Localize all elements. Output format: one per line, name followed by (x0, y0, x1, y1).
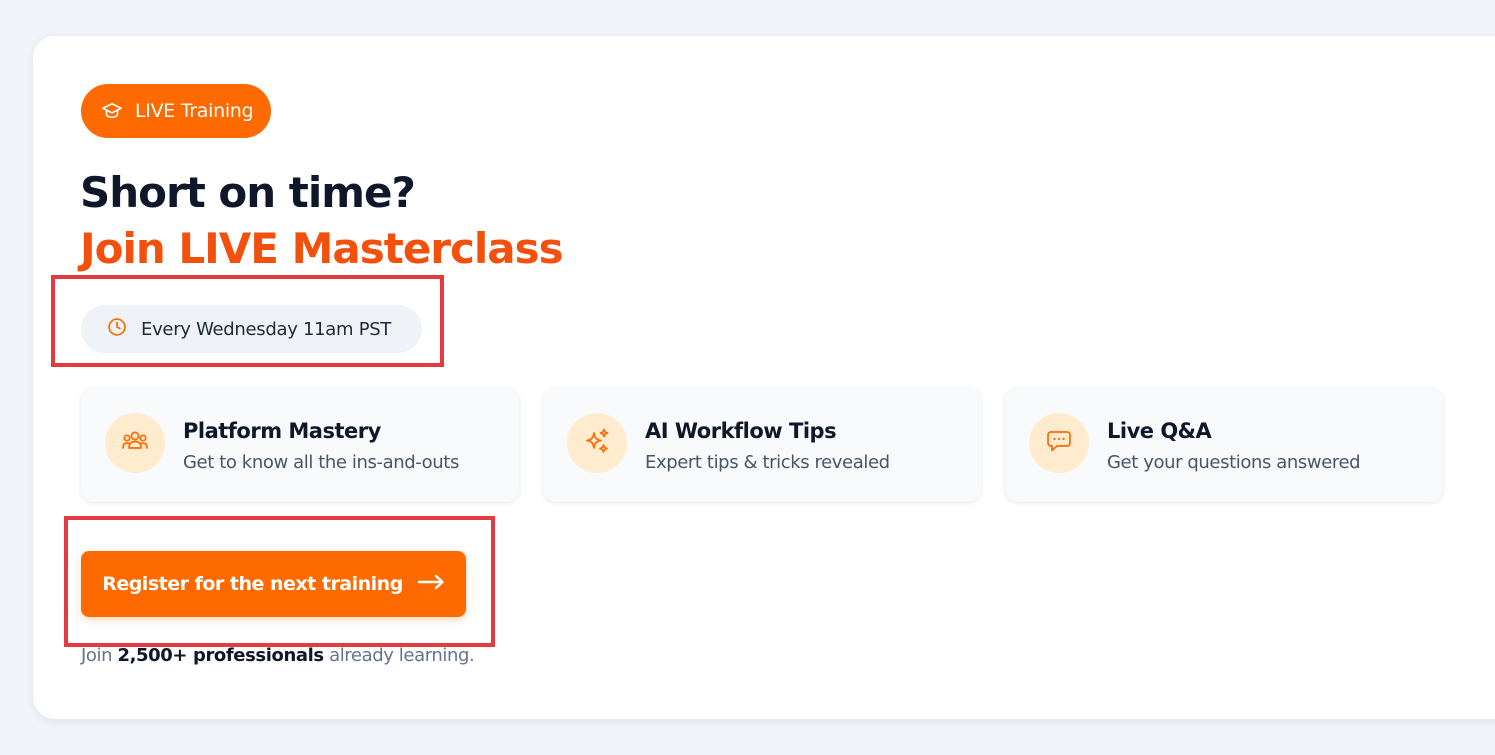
register-button-label: Register for the next training (102, 573, 403, 595)
schedule-text: Every Wednesday 11am PST (141, 318, 392, 340)
headline-short-on-time: Short on time? (80, 168, 416, 217)
chat-bubble-icon (1045, 427, 1073, 459)
feature-description: Get to know all the ins-and-outs (183, 452, 459, 473)
feature-icon-circle (105, 413, 165, 473)
badge-label: LIVE Training (135, 100, 254, 122)
headline-join-masterclass: Join LIVE Masterclass (80, 224, 564, 273)
graduation-cap-icon (101, 101, 123, 121)
feature-card-live-qa: Live Q&A Get your questions answered (1005, 388, 1443, 502)
feature-title: AI Workflow Tips (645, 419, 837, 443)
live-training-badge: LIVE Training (81, 84, 272, 138)
feature-description: Expert tips & tricks revealed (645, 452, 890, 473)
feature-icon-circle (1029, 413, 1089, 473)
social-proof-prefix: Join (81, 645, 113, 666)
feature-icon-circle (567, 413, 627, 473)
feature-title: Platform Mastery (183, 419, 381, 443)
feature-title: Live Q&A (1107, 419, 1212, 443)
users-icon (121, 428, 149, 458)
social-proof-text: Join 2,500+ professionals already learni… (81, 645, 475, 666)
feature-card-ai-workflow-tips: AI Workflow Tips Expert tips & tricks re… (543, 388, 981, 502)
arrow-right-icon (417, 573, 445, 595)
sparkles-icon (583, 427, 611, 459)
clock-icon (107, 317, 127, 342)
feature-description: Get your questions answered (1107, 452, 1361, 473)
social-proof-count: 2,500+ professionals (117, 645, 324, 666)
register-button[interactable]: Register for the next training (81, 551, 466, 617)
feature-card-platform-mastery: Platform Mastery Get to know all the ins… (81, 388, 519, 502)
social-proof-suffix: already learning. (329, 645, 475, 666)
schedule-pill: Every Wednesday 11am PST (81, 305, 422, 353)
